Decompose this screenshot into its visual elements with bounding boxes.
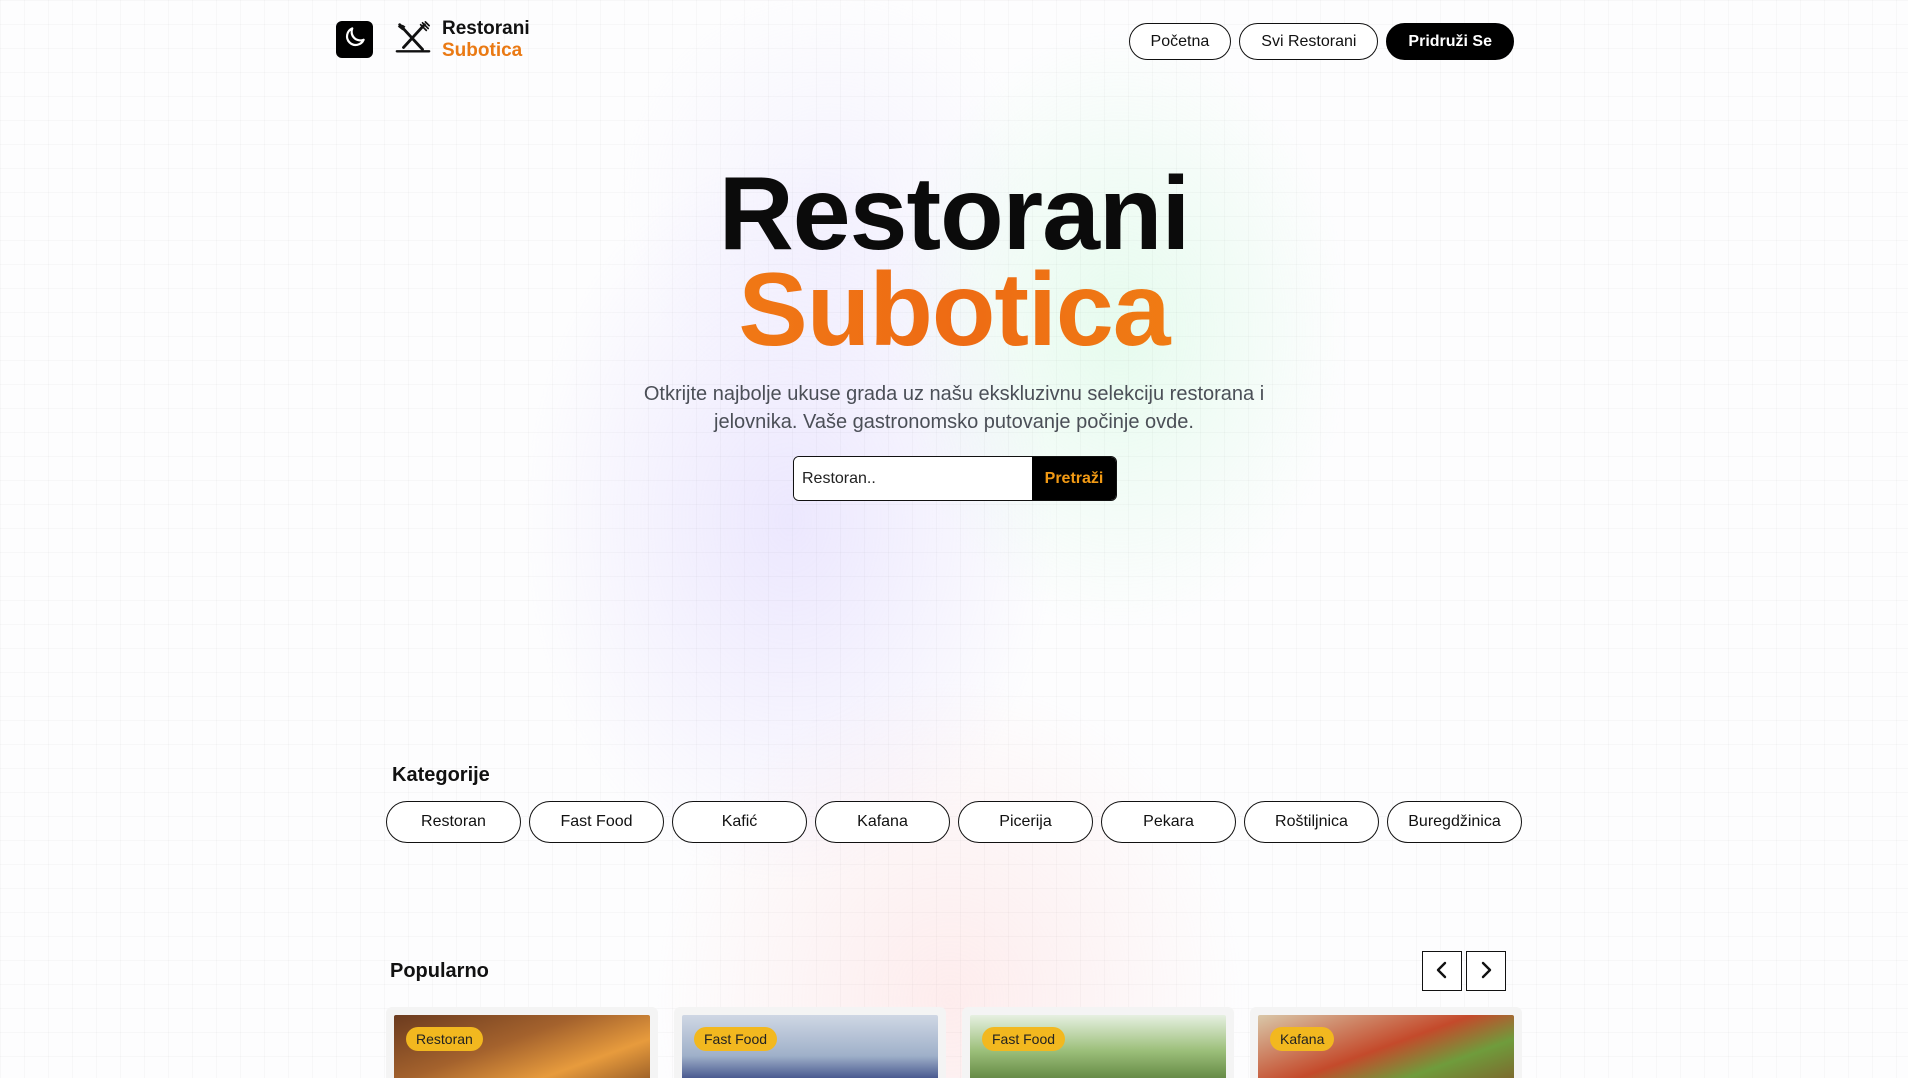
category-badge: Fast Food	[982, 1027, 1066, 1051]
chevron-right-icon	[1476, 960, 1496, 983]
moon-icon	[342, 24, 368, 55]
search-input[interactable]	[794, 457, 1032, 500]
category-kafic[interactable]: Kafić	[672, 801, 807, 843]
hero-title: Restorani Subotica	[0, 156, 1908, 362]
brand-name-line2: Subotica	[442, 40, 523, 61]
chevron-left-icon	[1432, 960, 1452, 983]
restaurant-image: Fast Food	[970, 1015, 1226, 1078]
category-restoran[interactable]: Restoran	[386, 801, 521, 843]
nav-join-button[interactable]: Pridruži Se	[1386, 23, 1514, 60]
hero-subtitle: Otkrijte najbolje ukuse grada uz našu ek…	[643, 383, 1265, 433]
search-button[interactable]: Pretraži	[1032, 457, 1116, 500]
category-badge: Kafana	[1270, 1027, 1335, 1051]
carousel-prev-button[interactable]	[1422, 951, 1462, 991]
category-fast-food[interactable]: Fast Food	[529, 801, 664, 843]
category-pekara[interactable]: Pekara	[1101, 801, 1236, 843]
search-bar: Pretraži	[793, 456, 1117, 501]
restaurant-card[interactable]: Fast Food	[962, 1007, 1234, 1078]
category-rostiljnica[interactable]: Roštiljnica	[1244, 801, 1379, 843]
restaurant-card[interactable]: Kafana	[1250, 1007, 1522, 1078]
carousel-controls	[1422, 951, 1506, 991]
nav-home-button[interactable]: Početna	[1128, 23, 1232, 60]
category-badge: Restoran	[406, 1027, 483, 1051]
category-list: Restoran Fast Food Kafić Kafana Picerija…	[386, 801, 1522, 843]
main-nav: Početna Svi Restorani Pridruži Se	[1128, 23, 1514, 60]
categories-title: Kategorije	[392, 764, 490, 786]
category-kafana[interactable]: Kafana	[815, 801, 950, 843]
category-picerija[interactable]: Picerija	[958, 801, 1093, 843]
restaurant-image: Fast Food	[682, 1015, 938, 1078]
popular-cards: Restoran Fast Food Fast Food Kafana	[386, 1007, 1522, 1078]
popular-title: Popularno	[390, 960, 489, 982]
brand-logo[interactable]: Restorani Subotica	[394, 18, 530, 62]
nav-all-restaurants-button[interactable]: Svi Restorani	[1239, 23, 1379, 60]
restaurant-card[interactable]: Restoran	[386, 1007, 658, 1078]
category-badge: Fast Food	[694, 1027, 778, 1051]
category-buregdzinica[interactable]: Buregdžinica	[1387, 801, 1522, 843]
restaurant-image: Restoran	[394, 1015, 650, 1078]
theme-toggle-button[interactable]	[336, 21, 373, 58]
restaurant-card[interactable]: Fast Food	[674, 1007, 946, 1078]
hero-title-line1: Restorani	[718, 156, 1191, 272]
hero-title-line2: Subotica	[0, 258, 1908, 362]
brand-name-line1: Restorani	[442, 18, 530, 39]
carousel-next-button[interactable]	[1466, 951, 1506, 991]
fork-knife-icon	[394, 19, 432, 62]
restaurant-image: Kafana	[1258, 1015, 1514, 1078]
